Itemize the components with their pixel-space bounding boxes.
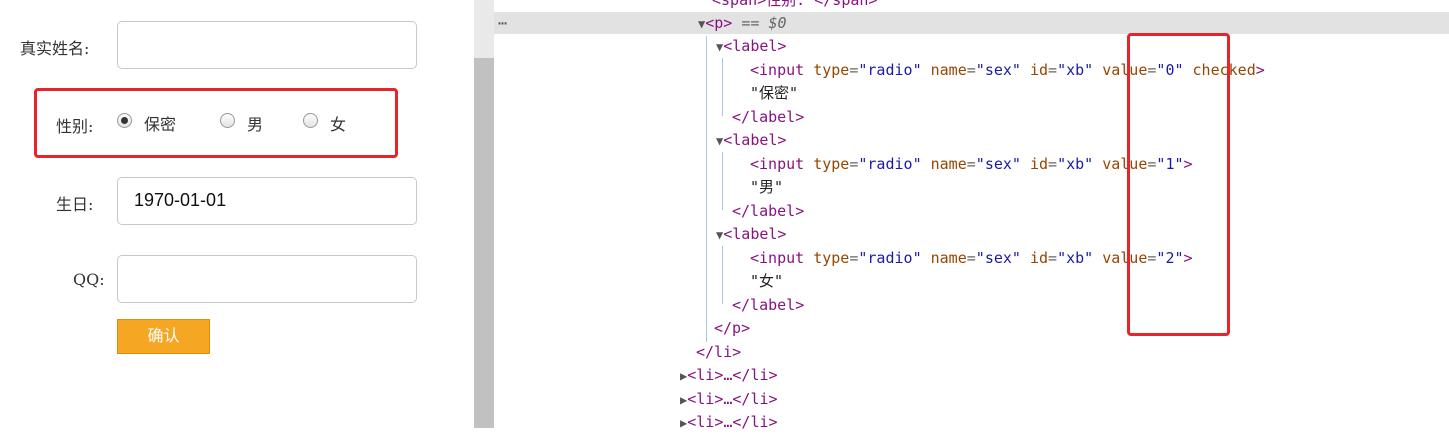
dom-line-p-close[interactable]: </p> [714,317,750,339]
indent-guide [722,152,723,210]
realname-input[interactable] [117,21,417,69]
page-scrollbar-thumb[interactable] [474,58,494,428]
indent-guide [706,36,707,342]
dom-line-li-close[interactable]: </li> [696,341,741,363]
dom-text-female[interactable]: "女" [750,270,783,292]
birthday-value: 1970-01-01 [134,190,227,210]
dom-line-label-open[interactable]: ▼<label> [716,223,786,245]
dom-line-label-close[interactable]: </label> [732,200,804,222]
birthday-input[interactable]: 1970-01-01 [117,177,417,225]
registration-form: 真实姓名: 性别: 保密 男 女 生日: 1970-01-01 QQ: 确认 [0,0,474,428]
dom-line-label-open[interactable]: ▼<label> [716,129,786,151]
dom-line-li-collapsed[interactable]: ▶<li>…</li> [680,411,778,433]
birthday-label: 生日: [56,195,94,214]
dom-line-label-close[interactable]: </label> [732,294,804,316]
dom-line-label-close[interactable]: </label> [732,106,804,128]
confirm-button[interactable]: 确认 [117,319,210,354]
qq-input[interactable] [117,255,417,303]
qq-label: QQ: [73,270,105,289]
dom-text-male[interactable]: "男" [750,176,783,198]
selected-node-highlight [494,12,1449,34]
value-highlight-box [1127,33,1230,336]
more-options-icon[interactable]: ⋯ [498,12,507,34]
realname-label: 真实姓名: [20,39,90,58]
dom-line-li-collapsed[interactable]: ▶<li>…</li> [680,364,778,386]
dom-line-li-collapsed[interactable]: ▶<li>…</li> [680,388,778,410]
dom-line-p-open[interactable]: ▼<p> == $0 [698,12,787,34]
gender-highlight-box [34,88,398,158]
indent-guide [722,246,723,304]
indent-guide [722,58,723,116]
dom-line-label-open[interactable]: ▼<label> [716,35,786,57]
dom-line-span[interactable]: <span>性别: </span> [712,0,877,11]
dom-text-secret[interactable]: "保密" [750,82,798,104]
devtools-elements-panel: ⋯ <span>性别: </span> ▼<p> == $0 ▼<label> … [494,0,1449,431]
